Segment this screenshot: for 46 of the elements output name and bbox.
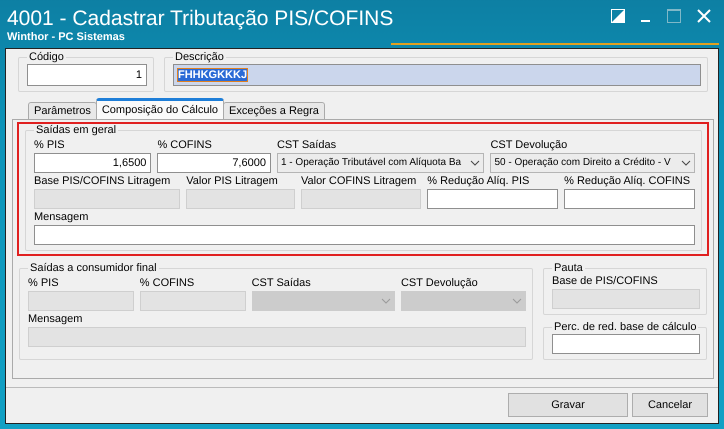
input-field[interactable] <box>427 189 558 209</box>
field-label: CST Saídas <box>276 139 338 152</box>
field-label: CST Devolução <box>490 139 568 152</box>
input-field[interactable]: FHHKGKKKJ <box>173 64 701 86</box>
field-label: % PIS <box>28 277 60 290</box>
action-button[interactable]: Cancelar <box>632 393 708 417</box>
window-subtitle: Winthor - PC Sistemas <box>6 31 126 43</box>
group-title: Saídas em geral <box>35 124 118 137</box>
field-label: % PIS <box>34 139 66 152</box>
tab[interactable]: Composição do Cálculo <box>96 98 224 119</box>
maximize-icon[interactable] <box>667 9 681 23</box>
chevron-icon <box>512 298 522 304</box>
field-label: Mensagem <box>28 313 84 326</box>
group-title: Perc. de red. base de cálculo <box>553 321 698 334</box>
field-label: % Redução Alíq. COFINS <box>564 175 692 188</box>
field-label: Base PIS/COFINS Litragem <box>34 175 172 188</box>
chevron-icon <box>380 298 391 304</box>
chevron-icon <box>470 160 480 166</box>
dropdown[interactable]: 50 - Operação com Direito a Crédito - V <box>490 153 695 173</box>
chevron-icon <box>681 160 691 166</box>
dropdown[interactable]: 1 - Operação Tributável com Alíquota Ba <box>276 153 484 173</box>
group-title: Pauta <box>553 262 584 275</box>
input-field[interactable] <box>564 189 695 209</box>
field-label: Valor PIS Litragem <box>186 175 279 188</box>
field-label: Mensagem <box>34 211 90 224</box>
field-label: CST Devolução <box>400 277 479 290</box>
field-label: % COFINS <box>140 277 196 290</box>
window-title: 4001 - Cadastrar Tributação PIS/COFINS <box>6 6 394 31</box>
input-field[interactable]: 1 <box>27 64 147 86</box>
group-title: Código <box>28 51 65 64</box>
input-field[interactable] <box>552 334 700 354</box>
tab[interactable]: Exceções a Regra <box>223 102 325 119</box>
input-field[interactable]: 7,6000 <box>157 153 271 173</box>
group-title: Descrição <box>174 51 225 64</box>
action-button[interactable]: Gravar <box>508 393 628 417</box>
field-label: Base de PIS/COFINS <box>552 275 659 288</box>
field-label: % Redução Alíq. PIS <box>427 175 530 188</box>
field-label: Valor COFINS Litragem <box>300 175 418 188</box>
input-field[interactable] <box>34 225 695 245</box>
close-icon[interactable] <box>697 9 711 23</box>
field-label: % COFINS <box>157 139 213 152</box>
group-title: Saídas a consumidor final <box>29 262 158 275</box>
field-label: CST Saídas <box>252 277 312 290</box>
input-field[interactable]: 1,6500 <box>34 153 152 173</box>
tab[interactable]: Parâmetros <box>28 102 97 119</box>
restore-icon[interactable] <box>611 9 625 23</box>
